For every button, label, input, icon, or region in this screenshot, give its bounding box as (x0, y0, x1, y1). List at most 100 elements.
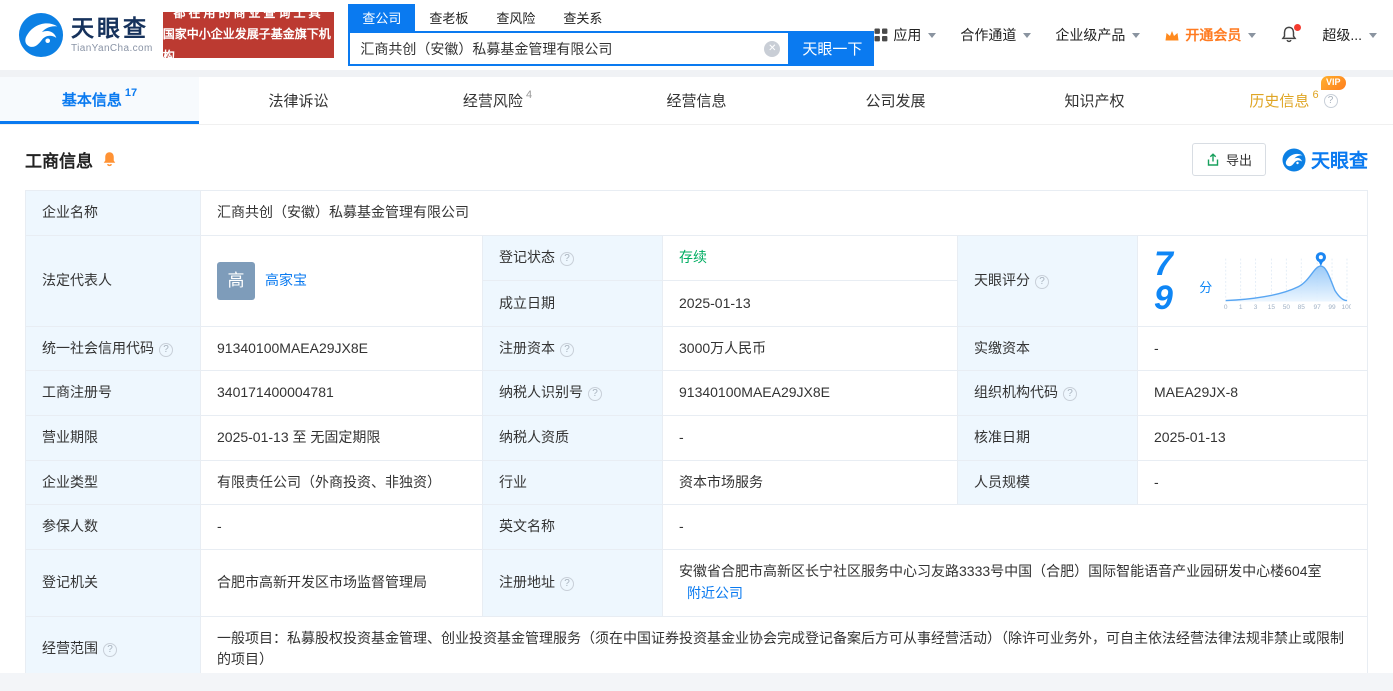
reg-number-label: 工商注册号 (25, 370, 201, 417)
table-row: 企业名称 汇商共创（安徽）私募基金管理有限公司 (25, 190, 1368, 236)
brand-watermark: 天眼查 (1282, 146, 1368, 173)
tab-history-info-count: 6 (1312, 88, 1319, 101)
nav-cooperation[interactable]: 合作通道 (960, 25, 1032, 45)
help-icon[interactable] (1035, 274, 1049, 289)
search-button[interactable]: 天眼一下 (790, 31, 875, 66)
nav-cooperation-label: 合作通道 (960, 27, 1017, 43)
slogan-line2: 国家中小企业发展子基金旗下机构 (162, 27, 331, 63)
help-icon[interactable] (560, 576, 574, 591)
top-nav: 应用 合作通道 企业级产品 开通会员 超级... (874, 24, 1377, 45)
help-icon[interactable] (560, 252, 574, 267)
section-title: 工商信息 (25, 152, 93, 171)
crown-icon (1165, 30, 1179, 40)
paid-capital-value: - (1137, 325, 1368, 372)
table-row: 法定代表人 高 高家宝 登记状态 存续 天眼评分 79 分 (25, 234, 1368, 327)
taxpayer-id-value: 91340100MAEA29JX8E (662, 370, 958, 417)
export-button[interactable]: 导出 (1191, 143, 1266, 176)
business-info-table: 企业名称 汇商共创（安徽）私募基金管理有限公司 法定代表人 高 高家宝 登记状态… (25, 190, 1368, 683)
svg-text:1: 1 (1239, 304, 1243, 311)
tab-legal-proceedings[interactable]: 法律诉讼 (199, 77, 398, 124)
svg-text:99: 99 (1329, 304, 1337, 311)
tab-operating-risk[interactable]: 经营风险 4 (398, 77, 597, 124)
logo-text: 天眼查 TianYanCha.com (71, 14, 153, 55)
header-divider (0, 70, 1393, 77)
tab-intellectual-property[interactable]: 知识产权 (995, 77, 1194, 124)
table-row: 营业期限 2025-01-13 至 无固定期限 纳税人资质 - 核准日期 202… (25, 415, 1368, 461)
company-tab-bar: 基本信息 17 法律诉讼 经营风险 4 经营信息 公司发展 知识产权 历史信息 … (0, 76, 1393, 125)
reg-capital-label: 注册资本 (499, 339, 555, 356)
established-label: 成立日期 (482, 280, 663, 327)
vip-badge: VIP (1321, 76, 1346, 90)
nav-enterprise[interactable]: 企业级产品 (1055, 25, 1141, 45)
logo-text-cn: 天眼查 (71, 14, 149, 41)
slogan-badge: 都在用的商业查询工具 国家中小企业发展子基金旗下机构 (162, 6, 335, 63)
nav-open-vip[interactable]: 开通会员 (1164, 25, 1257, 45)
tab-basic-info-label: 基本信息 (61, 91, 122, 109)
help-icon[interactable] (1063, 387, 1077, 402)
taxpayer-id-label-cell: 纳税人识别号 (482, 370, 663, 417)
english-name-label: 英文名称 (482, 504, 663, 551)
industry-label: 行业 (482, 459, 663, 506)
search-tab-company[interactable]: 查公司 (348, 4, 416, 31)
tab-operating-info[interactable]: 经营信息 (597, 77, 796, 124)
chevron-down-icon (1023, 32, 1032, 38)
section-actions: 导出 天眼查 (1191, 143, 1368, 176)
search-bar: 天眼一下 (348, 31, 875, 66)
score-value-cell: 79 分 0 1 3 15 50 85 97 99 10 (1137, 234, 1368, 327)
main-content: 工商信息 导出 天眼查 企业名称 汇商共创（安徽）私募基金管理有限公司 法定代表… (0, 125, 1393, 683)
company-name-value: 汇商共创（安徽）私募基金管理有限公司 (200, 190, 1368, 236)
table-row: 企业类型 有限责任公司（外商投资、非独资） 行业 资本市场服务 人员规模 - (25, 459, 1368, 506)
insured-count-value: - (200, 504, 483, 551)
tianyancha-logo-icon (1282, 148, 1306, 171)
tab-basic-info[interactable]: 基本信息 17 (0, 77, 199, 124)
score-number: 79 (1154, 244, 1173, 317)
help-icon[interactable] (159, 342, 173, 357)
help-icon[interactable] (103, 643, 117, 658)
help-icon[interactable] (588, 387, 602, 402)
nav-apps[interactable]: 应用 (874, 25, 937, 45)
staff-size-value: - (1137, 459, 1368, 506)
nearby-companies-link[interactable]: 附近公司 (687, 585, 743, 601)
nav-enterprise-label: 企业级产品 (1055, 27, 1126, 43)
notification-bell[interactable] (1280, 24, 1302, 44)
help-icon[interactable] (560, 342, 574, 357)
credit-code-label: 统一社会信用代码 (42, 339, 154, 356)
business-term-label: 营业期限 (25, 415, 201, 461)
legal-rep-avatar[interactable]: 高 (217, 261, 255, 300)
nav-account[interactable]: 超级... (1322, 25, 1377, 45)
tab-legal-proceedings-label: 法律诉讼 (268, 93, 329, 110)
legal-rep-link[interactable]: 高家宝 (265, 270, 307, 292)
credit-code-value: 91340100MAEA29JX8E (200, 325, 483, 372)
footer-divider (0, 673, 1393, 691)
reg-capital-value: 3000万人民币 (662, 325, 958, 372)
tab-basic-info-count: 17 (124, 87, 138, 99)
insured-count-label: 参保人数 (25, 504, 201, 551)
credit-code-label-cell: 统一社会信用代码 (25, 325, 201, 372)
logo-text-domain: TianYanCha.com (71, 43, 153, 55)
search-tab-boss[interactable]: 查老板 (415, 4, 482, 31)
tab-history-info[interactable]: 历史信息 6 VIP (1194, 76, 1393, 124)
address-label: 注册地址 (499, 573, 555, 590)
nav-account-label: 超级... (1322, 27, 1362, 43)
clear-search-icon[interactable] (764, 40, 781, 57)
svg-text:3: 3 (1254, 304, 1258, 311)
nav-apps-label: 应用 (893, 27, 922, 43)
tab-company-development[interactable]: 公司发展 (796, 77, 995, 124)
registry-label: 登记机关 (25, 549, 201, 617)
subscribe-bell-icon[interactable] (101, 151, 118, 168)
export-button-label: 导出 (1225, 153, 1252, 168)
notification-dot (1294, 24, 1302, 31)
company-name-label: 企业名称 (25, 190, 201, 236)
search-input[interactable] (350, 33, 789, 64)
address-value-cell: 安徽省合肥市高新区长宁社区服务中心习友路3333号中国（合肥）国际智能语音产业园… (662, 549, 1368, 617)
svg-text:50: 50 (1283, 304, 1291, 311)
tianyancha-logo[interactable]: 天眼查 TianYanCha.com (18, 12, 153, 58)
registry-value: 合肥市高新开发区市场监督管理局 (200, 549, 483, 617)
help-icon[interactable] (1323, 93, 1338, 108)
approval-date-label: 核准日期 (957, 415, 1138, 461)
score-label-cell: 天眼评分 (957, 234, 1138, 327)
search-tab-risk[interactable]: 查风险 (482, 4, 549, 31)
search-tab-relation[interactable]: 查关系 (549, 4, 616, 31)
tab-history-info-label: 历史信息 (1249, 93, 1310, 110)
top-header: 天眼查 TianYanCha.com 都在用的商业查询工具 国家中小企业发展子基… (0, 0, 1393, 70)
